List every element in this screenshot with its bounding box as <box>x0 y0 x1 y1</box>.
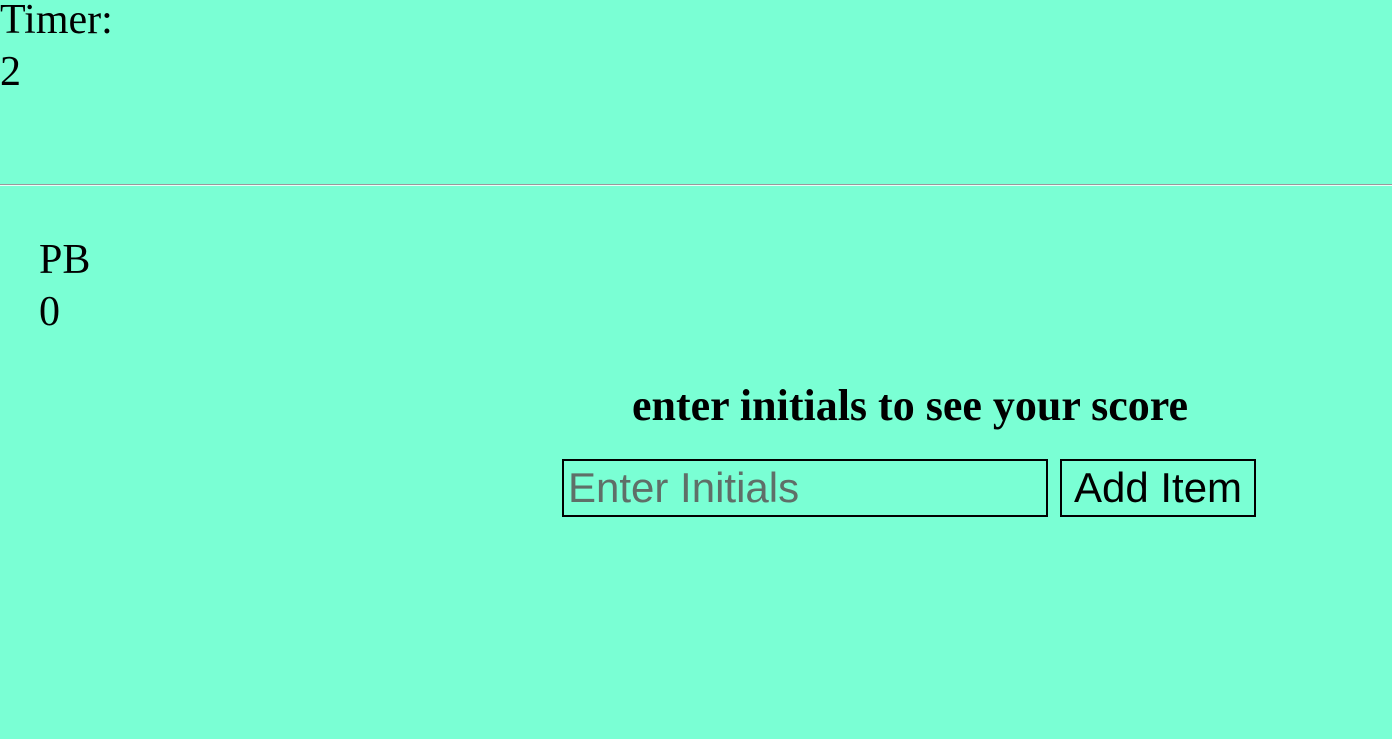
personal-best: PB 0 <box>39 234 90 338</box>
timer: Timer: 2 <box>0 0 113 98</box>
timer-label: Timer: <box>0 0 113 43</box>
divider <box>0 184 1392 186</box>
add-item-button[interactable]: Add Item <box>1060 459 1256 517</box>
timer-value: 2 <box>0 49 21 95</box>
personal-best-label: PB <box>39 237 91 283</box>
score-prompt-heading: enter initials to see your score <box>631 381 1188 430</box>
personal-best-value: 0 <box>39 289 60 335</box>
initials-input[interactable] <box>562 459 1048 517</box>
